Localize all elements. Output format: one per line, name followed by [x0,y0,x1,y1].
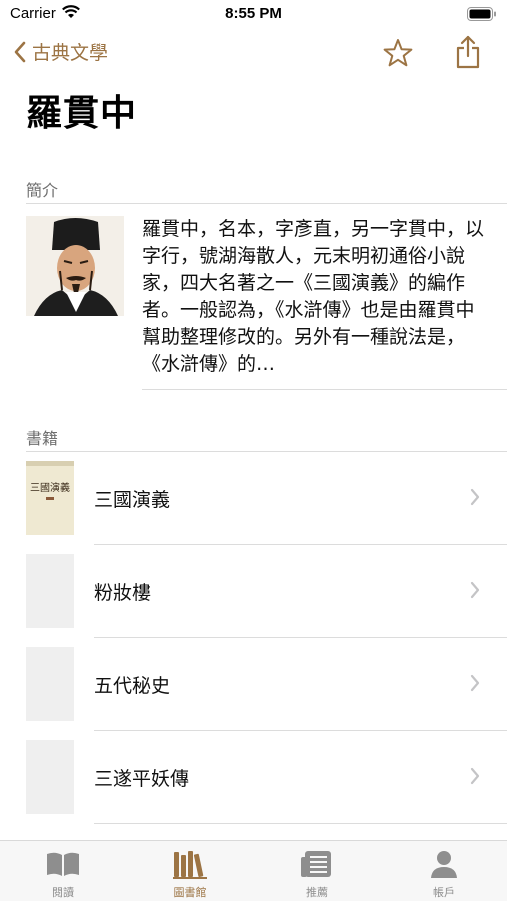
intro-section-header: 簡介 [26,181,59,200]
book-cover-placeholder [26,647,74,721]
book-row-sanguo[interactable]: 三國演義 三國演義 [0,452,507,545]
book-row-wudaimishi[interactable]: 五代秘史 [0,638,507,731]
status-bar: Carrier 8:55 PM [0,0,507,28]
book-cover-placeholder [26,740,74,814]
intro-text: 羅貫中，名本，字彥直，另一字貫中，以字行，號湖海散人，元末明初通俗小說家，四大名… [142,218,485,375]
books-section-header: 書籍 [26,429,59,448]
divider [26,203,507,204]
tab-bar: 閱讀 圖書館 推薦 帳戶 [0,840,507,901]
back-button-label: 古典文學 [32,42,109,64]
tab-library[interactable]: 圖書館 [127,841,253,901]
tab-read[interactable]: 閱讀 [0,841,126,901]
divider [142,389,507,390]
book-row-fenzhuanglou[interactable]: 粉妝樓 [0,545,507,638]
book-cover-image: 三國演義 [26,461,74,535]
page-title: 羅貫中 [26,93,138,134]
divider [94,823,507,824]
share-icon[interactable] [454,34,482,70]
navigation-bar: 古典文學 [0,28,507,76]
book-cover-art: 三國演義 [26,461,74,535]
person-icon [431,851,457,878]
book-title: 粉妝樓 [94,582,152,604]
book-cover-placeholder [26,554,74,628]
chevron-right-icon [470,488,480,506]
tab-label: 閱讀 [52,886,74,899]
chevron-left-icon [14,41,26,62]
book-title: 五代秘史 [94,675,171,697]
chevron-right-icon [470,674,480,692]
status-time: 8:55 PM [225,5,282,22]
book-icon [47,852,79,876]
chevron-right-icon [470,767,480,785]
library-icon [173,851,207,879]
book-title: 三國演義 [94,489,171,511]
battery-icon [467,7,496,21]
tab-label: 帳戶 [433,886,455,899]
newspaper-icon [301,851,331,877]
chevron-right-icon [470,581,480,599]
tab-account[interactable]: 帳戶 [381,841,507,901]
svg-text:三國演義: 三國演義 [30,481,70,494]
book-row-sansuipingyao[interactable]: 三遂平妖傳 [0,731,507,824]
author-portrait [26,216,124,316]
book-title: 三遂平妖傳 [94,768,190,790]
tab-label: 圖書館 [173,886,207,899]
back-button[interactable]: 古典文學 [14,38,108,65]
tab-recommend[interactable]: 推薦 [254,841,380,901]
tab-label: 推薦 [306,886,328,899]
favorite-star-icon[interactable] [382,37,414,69]
